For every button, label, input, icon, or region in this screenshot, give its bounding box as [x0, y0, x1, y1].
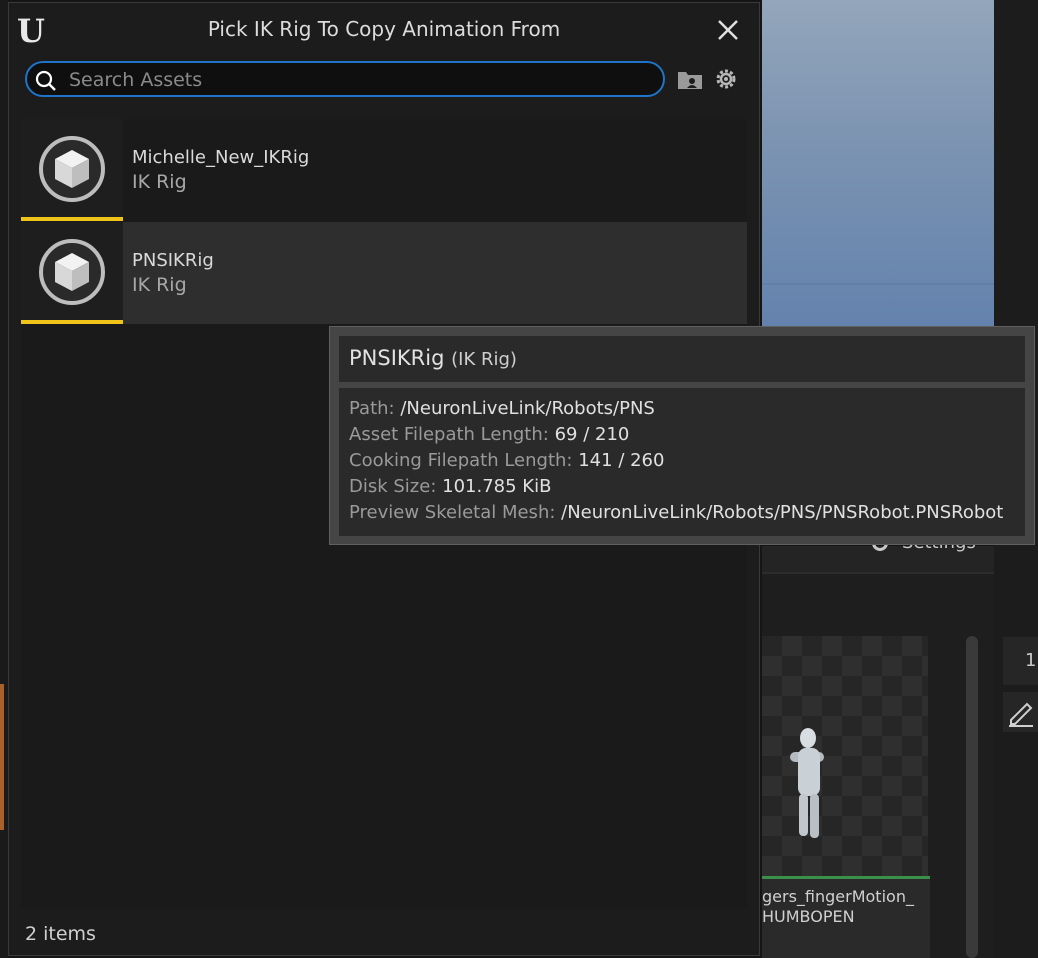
- asset-thumbnail: [21, 222, 123, 321]
- search-input[interactable]: [67, 66, 651, 94]
- viewport-grid-line: [762, 283, 994, 285]
- search-icon: [34, 69, 58, 93]
- asset-thumbnail: [21, 119, 123, 218]
- tooltip-value: 141 / 260: [578, 450, 665, 471]
- list-item[interactable]: PNSIKRig IK Rig: [21, 222, 747, 324]
- figure-leg-right: [810, 794, 819, 838]
- asset-type: IK Rig: [132, 171, 187, 193]
- tooltip-key: Preview Skeletal Mesh:: [349, 502, 556, 523]
- asset-type: IK Rig: [132, 274, 187, 296]
- tooltip-row-disk-size: Disk Size: 101.785 KiB: [349, 476, 551, 497]
- right-panel-cell: 1: [1003, 637, 1038, 685]
- cube-icon: [39, 136, 105, 202]
- tooltip-value: /NeuronLiveLink/Robots/PNS: [400, 398, 655, 419]
- tooltip-key: Path:: [349, 398, 395, 419]
- viewport-background: [762, 0, 994, 326]
- close-button[interactable]: [715, 17, 741, 43]
- left-editor-accent: [0, 684, 4, 830]
- figure-leg-left: [799, 794, 808, 836]
- tooltip-key: Disk Size:: [349, 476, 437, 497]
- tooltip-row-asset-filepath-length: Asset Filepath Length: 69 / 210: [349, 424, 629, 445]
- figure-body: [798, 748, 820, 796]
- list-item[interactable]: Michelle_New_IKRig IK Rig: [21, 119, 747, 221]
- asset-tooltip: PNSIKRig (IK Rig) Path: /NeuronLiveLink/…: [329, 326, 1035, 545]
- tooltip-key: Asset Filepath Length:: [349, 424, 549, 445]
- animation-asset-label: gers_fingerMotion_ HUMBOPEN: [762, 879, 930, 958]
- animation-label-line1: gers_fingerMotion_: [762, 887, 914, 906]
- animation-label-line2: HUMBOPEN: [762, 907, 855, 926]
- figure-head: [800, 728, 816, 748]
- folder-filter-icon[interactable]: [677, 67, 703, 91]
- asset-name: Michelle_New_IKRig: [132, 147, 310, 168]
- animation-thumbnail[interactable]: [762, 636, 928, 876]
- search-box[interactable]: [25, 61, 665, 97]
- tooltip-title: PNSIKRig (IK Rig): [349, 346, 517, 370]
- tooltip-details: Path: /NeuronLiveLink/Robots/PNS Asset F…: [339, 388, 1025, 536]
- close-icon: [718, 20, 738, 40]
- edit-icon[interactable]: [1003, 692, 1038, 732]
- asset-type-bar: [21, 217, 123, 221]
- tooltip-key: Cooking Filepath Length:: [349, 450, 573, 471]
- tooltip-value: 69 / 210: [554, 424, 630, 445]
- tooltip-row-path: Path: /NeuronLiveLink/Robots/PNS: [349, 398, 655, 419]
- settings-gear-icon[interactable]: [713, 66, 739, 92]
- tooltip-header: PNSIKRig (IK Rig): [339, 336, 1025, 382]
- tooltip-asset-type: (IK Rig): [451, 349, 517, 370]
- cube-icon: [39, 239, 105, 305]
- tooltip-value: /NeuronLiveLink/Robots/PNS/PNSRobot.PNSR…: [561, 502, 1004, 523]
- tooltip-value: 101.785 KiB: [442, 476, 552, 497]
- asset-type-bar: [21, 320, 123, 324]
- tooltip-asset-name: PNSIKRig: [349, 346, 445, 370]
- scrollbar[interactable]: [966, 636, 978, 958]
- tooltip-row-cooking-filepath-length: Cooking Filepath Length: 141 / 260: [349, 450, 664, 471]
- asset-name: PNSIKRig: [132, 250, 214, 271]
- item-count: 2 items: [25, 923, 96, 945]
- dialog-title: Pick IK Rig To Copy Animation From: [207, 17, 561, 41]
- tooltip-row-preview-mesh: Preview Skeletal Mesh: /NeuronLiveLink/R…: [349, 502, 1003, 523]
